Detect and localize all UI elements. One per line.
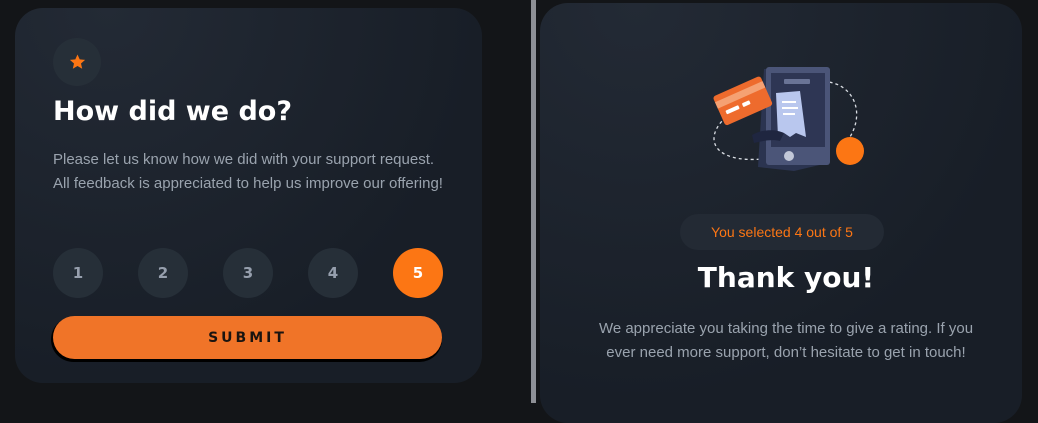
rating-button-1[interactable]: 1 (53, 248, 103, 298)
rating-button-5[interactable]: 5 (393, 248, 443, 298)
thank-you-card: You selected 4 out of 5 Thank you! We ap… (540, 3, 1022, 423)
right-pane: You selected 4 out of 5 Thank you! We ap… (536, 0, 1038, 423)
star-icon (69, 54, 85, 69)
rating-options: 1 2 3 4 5 (53, 248, 445, 298)
selection-badge: You selected 4 out of 5 (680, 214, 884, 250)
rating-card: How did we do? Please let us know how we… (15, 8, 482, 383)
star-icon-container (53, 38, 101, 86)
thank-you-title: Thank you! (697, 261, 875, 294)
rating-button-4[interactable]: 4 (308, 248, 358, 298)
submit-button[interactable]: SUBMIT (53, 316, 442, 359)
rating-description: Please let us know how we did with your … (53, 151, 443, 192)
thank-you-description: We appreciate you taking the time to giv… (598, 320, 974, 361)
rating-title: How did we do? (53, 96, 292, 127)
phone-receipt-illustration (713, 67, 864, 171)
rating-button-2[interactable]: 2 (138, 248, 188, 298)
rating-button-3[interactable]: 3 (223, 248, 273, 298)
left-pane: How did we do? Please let us know how we… (0, 0, 531, 403)
